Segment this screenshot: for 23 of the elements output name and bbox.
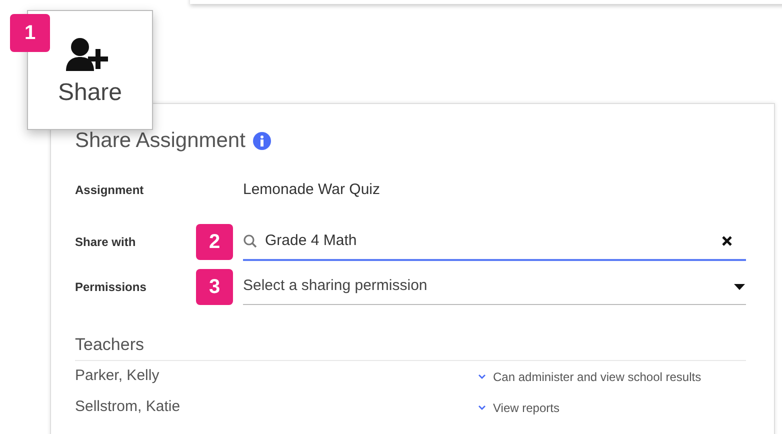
info-icon[interactable]: [253, 132, 272, 150]
caret-icon: [734, 284, 745, 290]
assignment-value: Lemonade War Quiz: [243, 180, 380, 200]
field-label: Permissions: [75, 279, 148, 296]
teacher-name: Sellstrom, Katie: [75, 397, 182, 418]
teacher-name: Parker, Kelly: [75, 366, 160, 386]
chevron-down-icon: [478, 374, 486, 379]
permission-dropdown[interactable]: Select a sharing permission: [243, 269, 746, 305]
permission-selector[interactable]: Can administer and view school results: [478, 368, 702, 386]
search-icon: [243, 234, 257, 248]
permission-selector[interactable]: View reports: [478, 398, 560, 416]
field-label: Share with: [75, 234, 137, 251]
step-badge: 1: [10, 14, 50, 52]
step-badge: 3: [196, 269, 233, 305]
chevron-down-icon: [478, 405, 486, 410]
dropdown-placeholder: Select a sharing permission: [243, 276, 428, 296]
field-label: Assignment: [75, 182, 145, 199]
search-value: Grade 4 Math: [265, 230, 358, 251]
dialog-title: Share Assignment: [75, 128, 246, 154]
section-heading: Teachers: [75, 335, 144, 354]
step-badge: 2: [196, 224, 233, 260]
search-field[interactable]: Grade 4 Math: [243, 223, 746, 261]
close-icon[interactable]: [722, 236, 732, 246]
